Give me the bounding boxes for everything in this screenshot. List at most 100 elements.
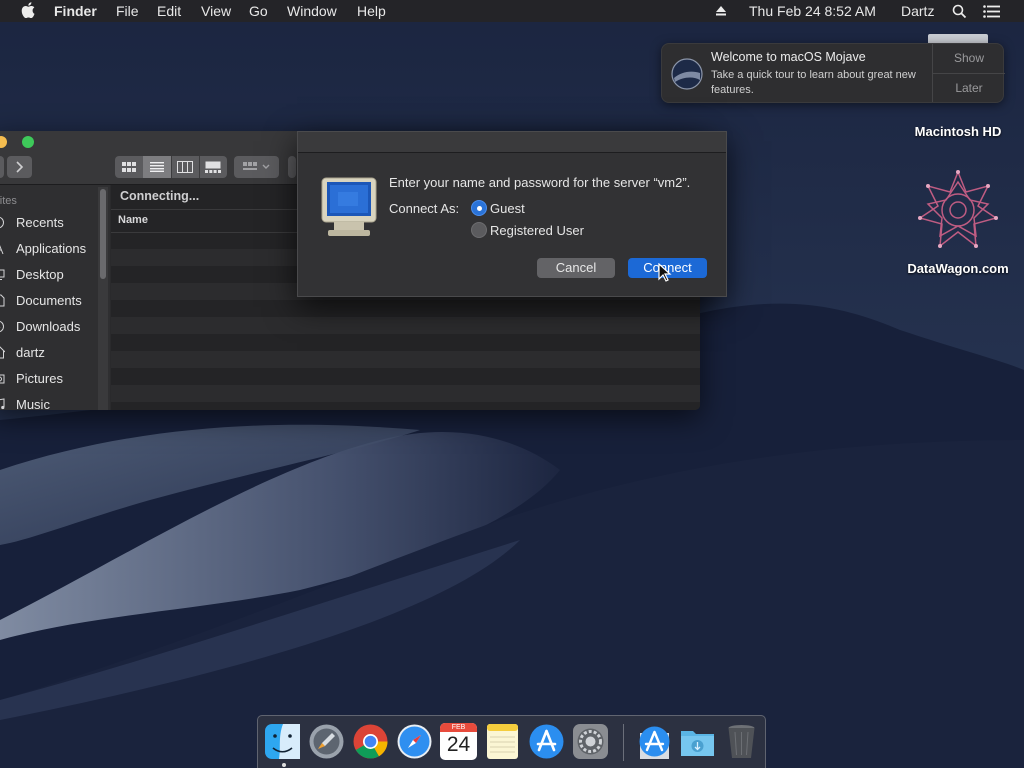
dock-separator	[623, 724, 624, 761]
menu-bar: Finder File Edit View Go Window Help Thu…	[0, 0, 1024, 22]
network-server-icon	[321, 177, 377, 236]
group-by-button[interactable]	[234, 156, 279, 178]
menu-view[interactable]: View	[201, 3, 231, 19]
calendar-day: 24	[446, 733, 471, 756]
sidebar-item-recents[interactable]: Recents	[0, 212, 98, 234]
icon-view-button[interactable]	[115, 156, 144, 178]
finder-sidebar: orites Recents Applications Desktop Docu…	[0, 185, 110, 410]
sidebar-item-label: Documents	[16, 293, 82, 308]
view-mode-segmented-control	[115, 156, 227, 178]
menu-window[interactable]: Window	[287, 3, 337, 19]
sidebar-item-label: Music	[16, 397, 50, 410]
apple-logo-icon[interactable]	[21, 2, 35, 18]
registered-user-radio-label[interactable]: Registered User	[490, 223, 584, 238]
app-store-downloads-icon[interactable]	[636, 723, 673, 760]
clock-icon	[0, 216, 4, 229]
notes-icon[interactable]	[484, 723, 521, 760]
menu-go[interactable]: Go	[249, 3, 268, 19]
forward-button[interactable]	[7, 156, 32, 178]
desktop-icon-label: DataWagon.com	[907, 261, 1009, 276]
list-row	[111, 368, 700, 385]
list-row	[111, 385, 700, 402]
app-store-icon[interactable]	[528, 723, 565, 760]
sidebar-item-pictures[interactable]: Pictures	[0, 368, 98, 390]
list-row	[111, 351, 700, 368]
eject-icon[interactable]	[715, 5, 727, 17]
notification-body: Take a quick tour to learn about great n…	[711, 69, 916, 96]
dialog-prompt: Enter your name and password for the ser…	[389, 175, 691, 190]
sidebar-item-label: Applications	[16, 241, 87, 256]
connection-status: Connecting...	[120, 189, 200, 203]
grid-icon	[122, 162, 136, 172]
downloads-folder-icon[interactable]	[679, 723, 716, 760]
finder-icon[interactable]	[264, 723, 301, 760]
scrollbar-thumb[interactable]	[100, 189, 106, 279]
connect-as-label: Connect As:	[389, 201, 460, 216]
running-indicator	[282, 763, 286, 767]
menu-file[interactable]: File	[116, 3, 139, 19]
menu-app-finder[interactable]: Finder	[54, 3, 97, 19]
sidebar-item-music[interactable]: Music	[0, 394, 98, 410]
connect-server-dialog: Enter your name and password for the ser…	[297, 131, 727, 297]
gallery-view-button[interactable]	[199, 156, 227, 178]
sidebar-item-label: dartz	[16, 345, 45, 360]
list-row	[111, 334, 700, 351]
calendar-icon[interactable]: FEB 24	[440, 723, 477, 760]
notification-later-button[interactable]: Later	[933, 74, 1005, 103]
notification-center-icon[interactable]	[983, 5, 1001, 18]
safari-icon[interactable]	[396, 723, 433, 760]
columns-icon	[177, 161, 193, 173]
chrome-icon[interactable]	[352, 723, 389, 760]
zoom-button[interactable]	[22, 136, 34, 148]
calendar-month: FEB	[440, 723, 477, 732]
gallery-icon	[205, 161, 221, 173]
guest-radio[interactable]	[471, 200, 487, 216]
launchpad-icon[interactable]	[308, 723, 345, 760]
home-icon	[0, 346, 5, 359]
datawagon-logo-icon	[918, 170, 998, 248]
sidebar-item-dartz[interactable]: dartz	[0, 342, 98, 364]
notification-banner[interactable]: Welcome to macOS Mojave Take a quick tou…	[661, 43, 1005, 103]
system-preferences-icon[interactable]	[572, 723, 609, 760]
registered-user-radio[interactable]	[471, 222, 487, 238]
trash-icon[interactable]	[723, 723, 760, 760]
sidebar-item-label: Downloads	[16, 319, 81, 334]
dock: FEB 24	[257, 715, 766, 768]
menubar-user[interactable]: Dartz	[901, 3, 934, 19]
list-view-button[interactable]	[143, 156, 172, 178]
back-button[interactable]	[0, 156, 4, 178]
document-icon	[0, 294, 5, 307]
notification-show-button[interactable]: Show	[933, 44, 1005, 74]
spotlight-search-icon[interactable]	[952, 4, 967, 19]
applications-icon	[0, 245, 4, 255]
sidebar-scrollbar[interactable]	[98, 187, 108, 410]
macos-mojave-icon	[671, 58, 703, 90]
menubar-clock[interactable]: Thu Feb 24 8:52 AM	[749, 3, 876, 19]
menu-help[interactable]: Help	[357, 3, 386, 19]
cancel-button[interactable]: Cancel	[537, 258, 615, 278]
list-row	[111, 317, 700, 334]
sidebar-item-desktop[interactable]: Desktop	[0, 264, 98, 286]
group-icon	[243, 162, 270, 170]
mouse-pointer-icon	[658, 263, 672, 282]
action-button[interactable]	[288, 156, 296, 178]
column-header-label: Name	[118, 214, 148, 226]
sidebar-item-documents[interactable]: Documents	[0, 290, 98, 312]
music-icon	[0, 398, 5, 410]
desktop-icon-datawagon[interactable]: DataWagon.com	[902, 168, 1014, 280]
chevron-right-icon	[16, 161, 24, 173]
desktop: Finder File Edit View Go Window Help Thu…	[0, 0, 1024, 768]
sidebar-item-label: Recents	[16, 215, 64, 230]
sidebar-section-favorites: orites	[0, 195, 17, 207]
menu-edit[interactable]: Edit	[157, 3, 181, 19]
desktop-icon-label: Macintosh HD	[914, 124, 1002, 139]
download-icon	[0, 320, 4, 333]
sidebar-item-downloads[interactable]: Downloads	[0, 316, 98, 338]
sidebar-item-applications[interactable]: Applications	[0, 238, 98, 260]
minimize-button[interactable]	[0, 136, 7, 148]
desktop-icon	[0, 269, 5, 280]
column-view-button[interactable]	[171, 156, 200, 178]
guest-radio-label[interactable]: Guest	[490, 201, 525, 216]
sidebar-item-label: Pictures	[16, 371, 63, 386]
list-row	[111, 300, 700, 317]
